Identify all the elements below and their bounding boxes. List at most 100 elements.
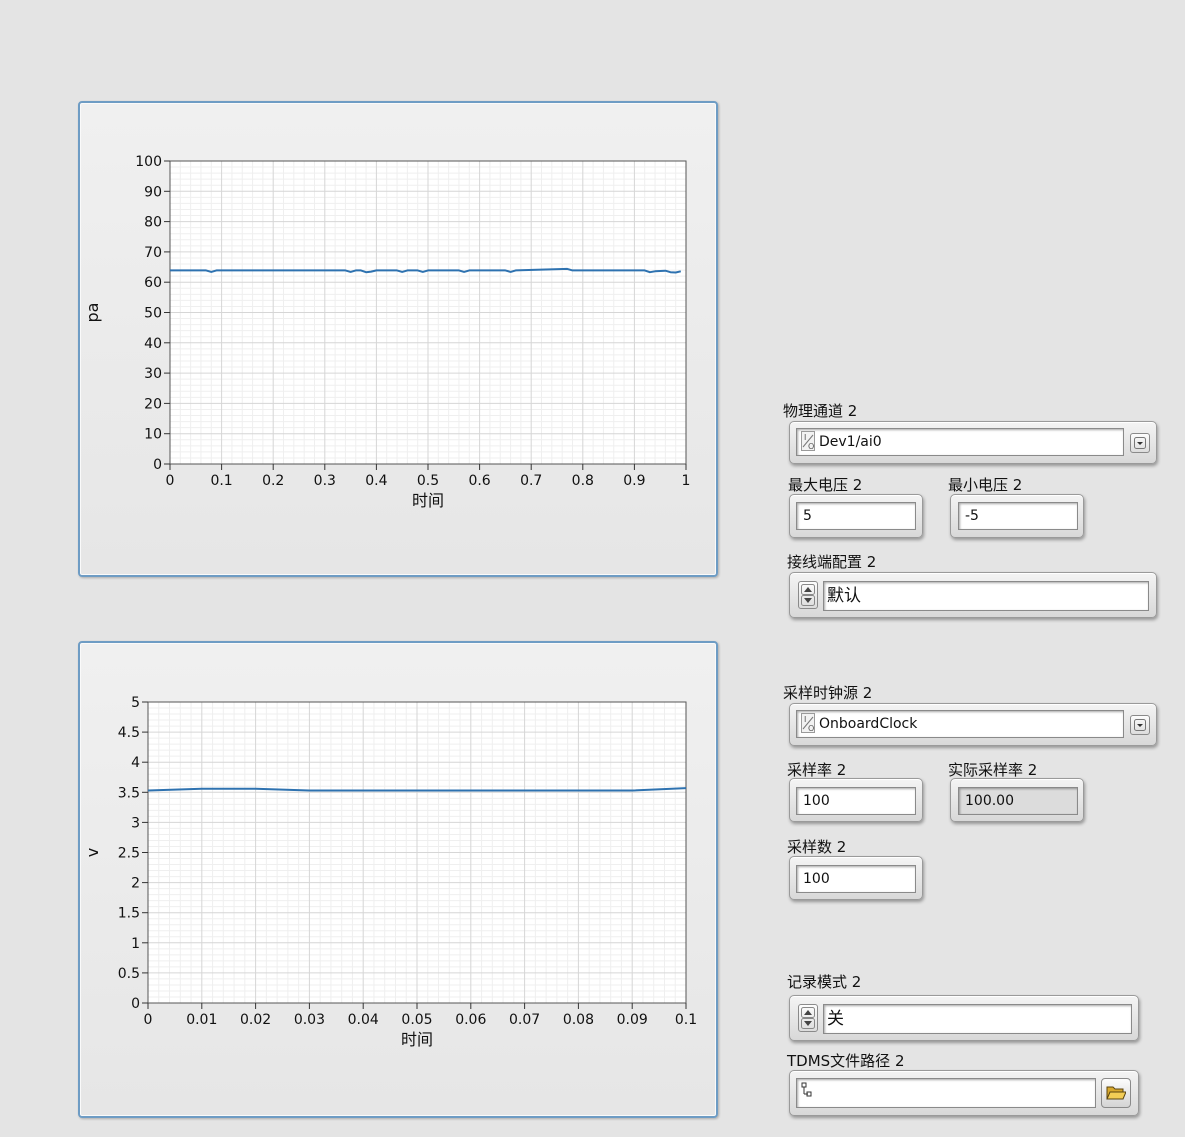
samples-field[interactable]: 100: [796, 865, 916, 893]
pressure-waveform-graph: 0 10 20 30 40 50 60 70 80 90 100 0 0.1 0.2 0.3 0.4 0.5 0.…: [78, 101, 718, 577]
x-tick-label: 1: [682, 473, 691, 489]
x-tick-label: 0.5: [417, 473, 439, 489]
x-axis-title: 时间: [401, 1030, 433, 1049]
y-tick-label: 90: [144, 184, 162, 200]
folder-open-icon: [1106, 1086, 1126, 1100]
svg-text:I: I: [804, 715, 806, 724]
clock-source-value: OnboardClock: [819, 716, 918, 732]
y-tick-label: 4: [131, 755, 140, 771]
x-tick-label: 0.2: [262, 473, 284, 489]
pressure-chart-svg: 0 10 20 30 40 50 60 70 80 90 100 0 0.1 0.2 0.3 0.4 0.5 0.…: [83, 154, 691, 510]
physical-channel-value: Dev1/ai0: [819, 434, 882, 450]
x-axis-title: 时间: [412, 491, 444, 510]
voltage-waveform-graph: 0 0.5 1 1.5 2 2.5 3 3.5 4 4.5 5 0 0.01 0.02 0.03 0.04 0.…: [78, 641, 718, 1118]
y-tick-label: 4.5: [118, 725, 140, 741]
x-tick-label: 0.07: [509, 1012, 540, 1028]
dropdown-arrow-icon: [1134, 719, 1146, 731]
logging-mode-field[interactable]: 关: [823, 1004, 1132, 1034]
physical-channel-control[interactable]: I O Dev1/ai0: [789, 421, 1157, 464]
max-voltage-control[interactable]: 5: [789, 494, 923, 538]
min-voltage-control[interactable]: -5: [950, 494, 1084, 538]
x-tick-label: 0.1: [675, 1012, 697, 1028]
clock-source-field[interactable]: I O OnboardClock: [796, 710, 1124, 738]
logging-mode-label: 记录模式 2: [787, 973, 862, 991]
dropdown-arrow-icon: [1134, 437, 1146, 449]
up-down-spinner-icon: [801, 1007, 815, 1029]
clock-source-dropdown-button[interactable]: [1130, 715, 1150, 735]
browse-button[interactable]: [1101, 1078, 1131, 1108]
path-icon: [801, 1082, 812, 1097]
terminal-config-control[interactable]: 默认: [789, 572, 1157, 618]
max-voltage-field[interactable]: 5: [796, 502, 916, 530]
svg-text:O: O: [808, 724, 814, 733]
x-tick-label: 0.05: [401, 1012, 432, 1028]
sample-rate-control[interactable]: 100: [789, 778, 923, 822]
up-down-spinner-icon: [801, 584, 815, 606]
y-tick-label: 20: [144, 396, 162, 412]
svg-text:I: I: [804, 433, 806, 442]
samples-label: 采样数 2: [787, 838, 847, 856]
y-tick-label: 0.5: [118, 966, 140, 982]
y-tick-label: 1: [131, 936, 140, 952]
x-tick-label: 0.08: [563, 1012, 594, 1028]
physical-channel-field[interactable]: I O Dev1/ai0: [796, 428, 1124, 456]
x-tick-label: 0: [144, 1012, 153, 1028]
x-tick-label: 0.01: [186, 1012, 217, 1028]
y-tick-label: 5: [131, 695, 140, 711]
y-axis-title: pa: [83, 303, 102, 323]
y-tick-label: 60: [144, 275, 162, 291]
x-tick-label: 0.04: [348, 1012, 379, 1028]
actual-sample-rate-field: 100.00: [958, 787, 1078, 815]
x-tick-label: 0.1: [210, 473, 232, 489]
min-voltage-field[interactable]: -5: [958, 502, 1078, 530]
y-tick-label: 1.5: [118, 906, 140, 922]
y-tick-label: 50: [144, 306, 162, 322]
x-tick-label: 0.8: [572, 473, 594, 489]
voltage-chart-svg: 0 0.5 1 1.5 2 2.5 3 3.5 4 4.5 5 0 0.01 0.02 0.03 0.04 0.…: [83, 695, 697, 1049]
x-tick-label: 0.9: [623, 473, 645, 489]
svg-text:O: O: [808, 442, 814, 451]
clock-source-control[interactable]: I O OnboardClock: [789, 703, 1157, 746]
sample-rate-label: 采样率 2: [787, 761, 847, 779]
y-tick-label: 30: [144, 366, 162, 382]
sample-rate-field[interactable]: 100: [796, 787, 916, 815]
max-voltage-label: 最大电压 2: [788, 476, 863, 494]
io-resource-icon: I O: [801, 713, 815, 733]
x-tick-label: 0.3: [314, 473, 336, 489]
physical-channel-dropdown-button[interactable]: [1130, 433, 1150, 453]
samples-control[interactable]: 100: [789, 856, 923, 900]
logging-mode-control[interactable]: 关: [789, 995, 1139, 1041]
actual-sample-rate-indicator: 100.00: [950, 778, 1084, 822]
x-tick-label: 0.6: [468, 473, 490, 489]
y-axis-title: v: [83, 848, 102, 857]
terminal-config-label: 接线端配置 2: [787, 553, 877, 571]
y-tick-label: 3: [131, 815, 140, 831]
x-tick-label: 0.4: [365, 473, 387, 489]
x-tick-label: 0.09: [617, 1012, 648, 1028]
y-tick-label: 80: [144, 215, 162, 231]
min-voltage-label: 最小电压 2: [948, 476, 1023, 494]
terminal-config-field[interactable]: 默认: [823, 581, 1149, 611]
logging-mode-spinner[interactable]: [798, 1004, 818, 1032]
y-tick-label: 0: [131, 996, 140, 1012]
y-tick-label: 70: [144, 245, 162, 261]
x-tick-label: 0: [166, 473, 175, 489]
x-tick-label: 0.06: [455, 1012, 486, 1028]
y-tick-label: 2: [131, 876, 140, 892]
actual-sample-rate-label: 实际采样率 2: [948, 761, 1038, 779]
x-tick-label: 0.7: [520, 473, 542, 489]
terminal-config-spinner[interactable]: [798, 581, 818, 609]
io-resource-icon: I O: [801, 431, 815, 451]
x-tick-label: 0.02: [240, 1012, 271, 1028]
y-tick-label: 10: [144, 427, 162, 443]
physical-channel-label: 物理通道 2: [783, 402, 858, 420]
tdms-path-label: TDMS文件路径 2: [787, 1052, 905, 1070]
x-tick-label: 0.03: [294, 1012, 325, 1028]
y-tick-label: 100: [135, 154, 162, 170]
tdms-path-control[interactable]: [789, 1070, 1139, 1116]
y-tick-label: 0: [153, 457, 162, 473]
y-tick-label: 3.5: [118, 785, 140, 801]
y-tick-label: 2.5: [118, 846, 140, 862]
tdms-path-field[interactable]: [796, 1078, 1096, 1108]
y-tick-label: 40: [144, 336, 162, 352]
